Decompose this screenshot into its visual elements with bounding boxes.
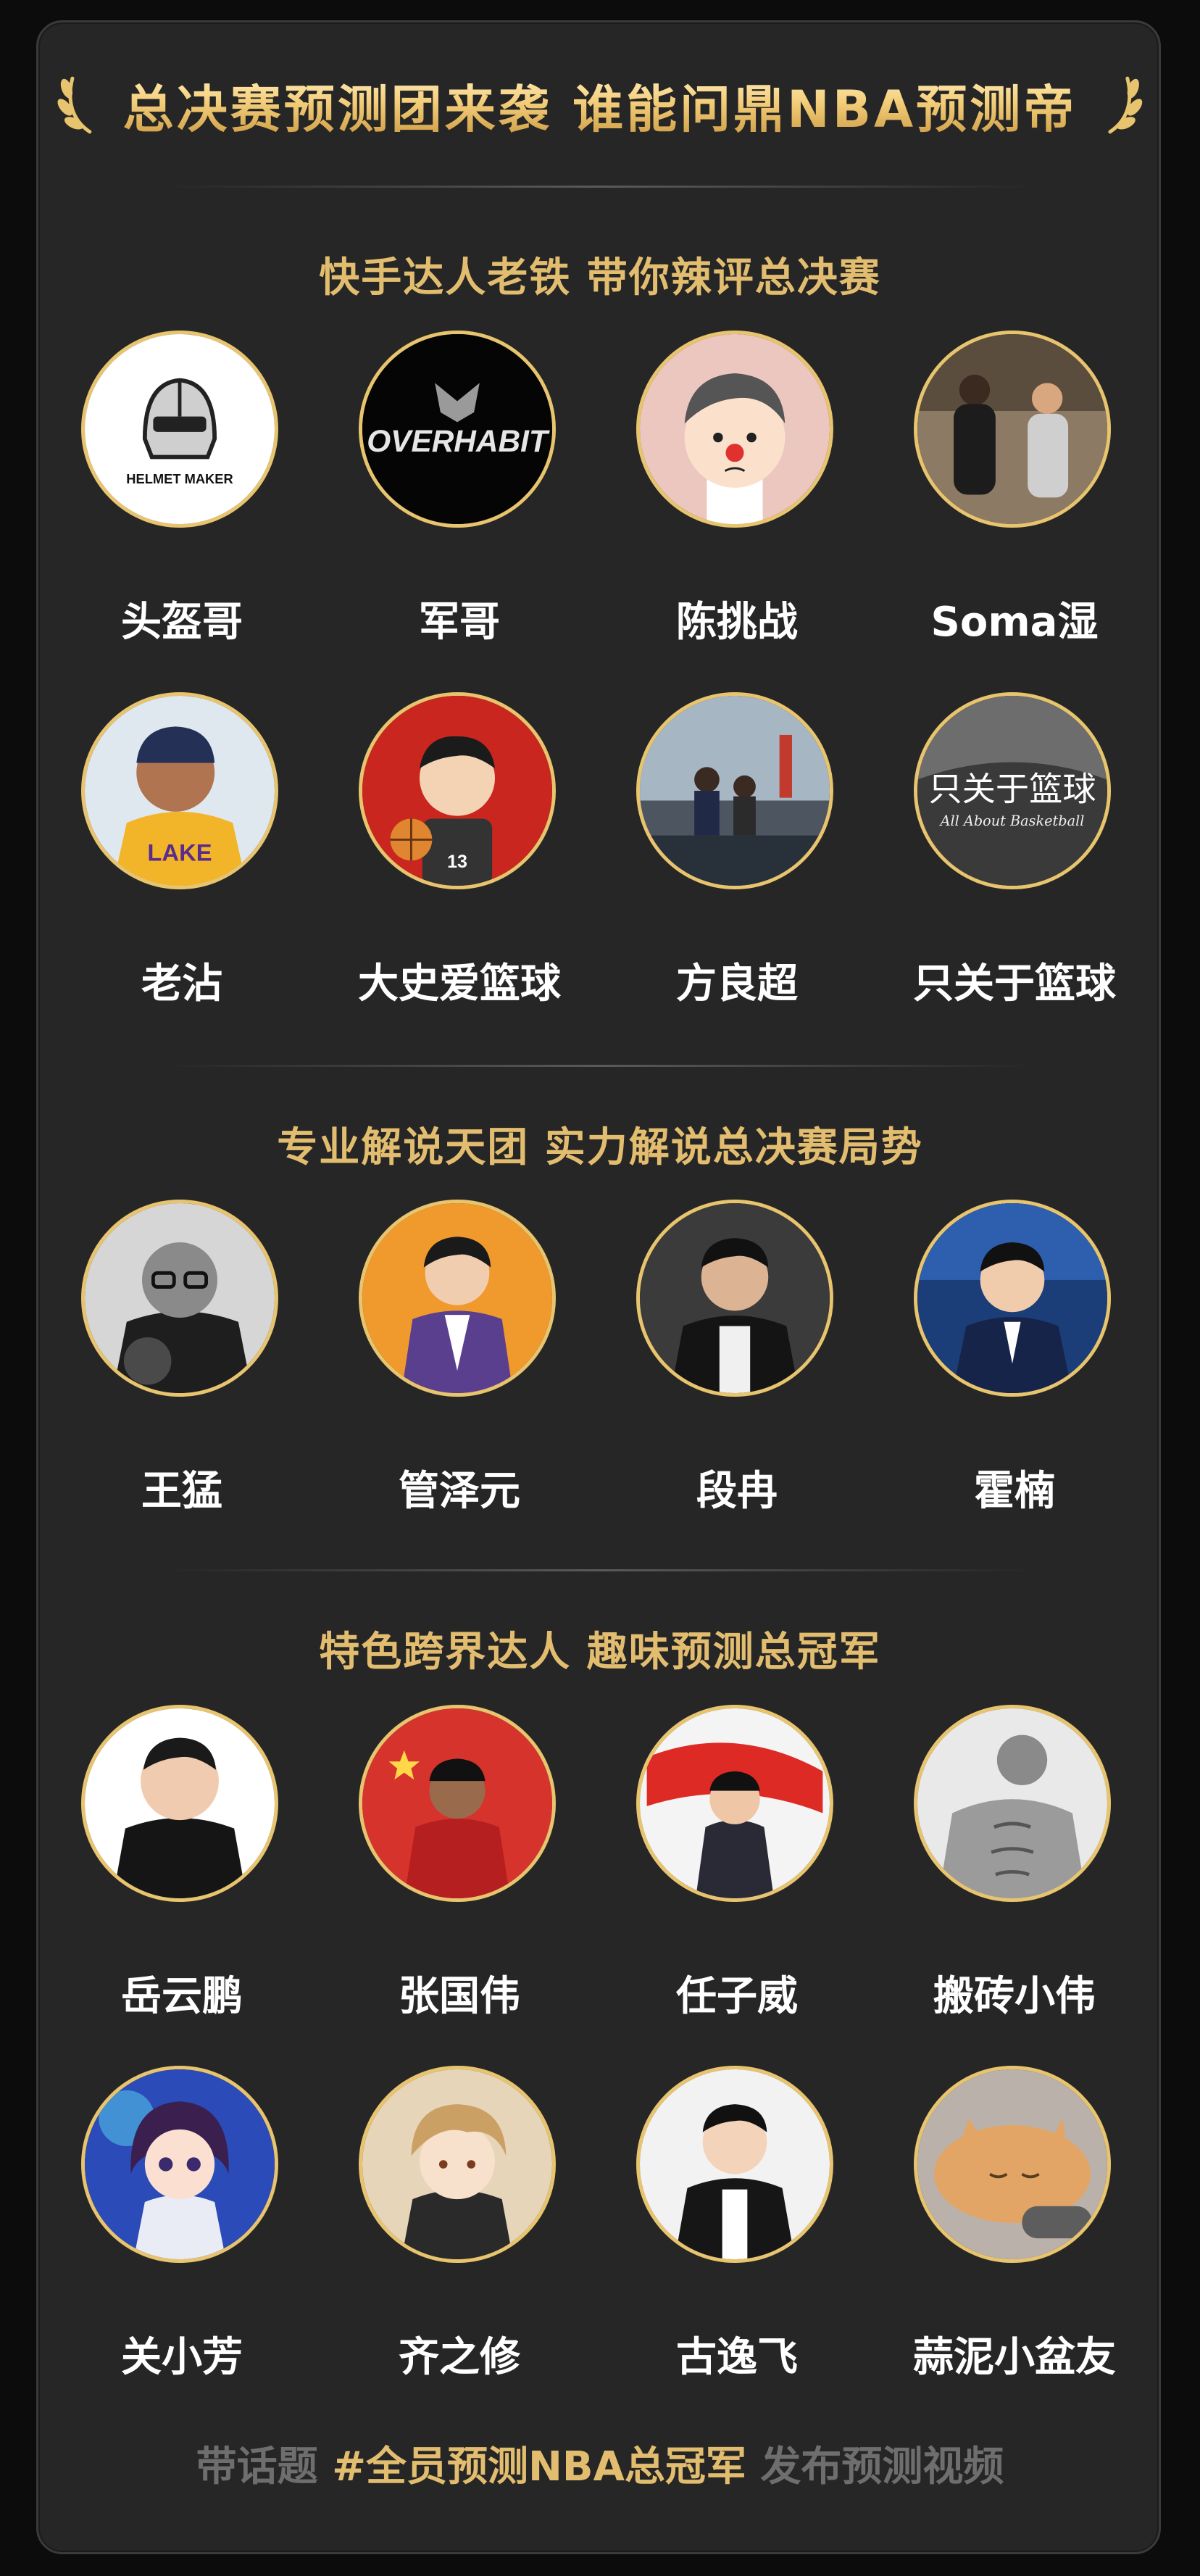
divider [167, 1065, 1033, 1067]
creator-name: 张国伟 [399, 1973, 520, 2020]
svg-text:All About Basketball: All About Basketball [939, 813, 1085, 829]
svg-text:LAKE: LAKE [147, 839, 212, 865]
avatar[interactable] [914, 1200, 1111, 1397]
creator-name: 只关于篮球 [913, 960, 1116, 1007]
avatar[interactable] [81, 2066, 278, 2263]
avatar[interactable] [914, 331, 1111, 528]
svg-text:只关于篮球: 只关于篮球 [928, 769, 1096, 808]
creator-name: 段冉 [696, 1468, 778, 1515]
avatar[interactable]: 只关于篮球 All About Basketball [914, 692, 1111, 889]
avatar[interactable] [359, 2066, 556, 2263]
avatar[interactable] [81, 1200, 278, 1397]
creator-name: 古逸飞 [676, 2334, 798, 2381]
avatar[interactable] [81, 1705, 278, 1902]
page-title: 总决赛预测团来袭 谁能问鼎NBA预测帝 [123, 69, 1077, 142]
avatar[interactable] [359, 1200, 556, 1397]
avatar[interactable]: HELMET MAKER [81, 331, 278, 528]
creator-name: 老沾 [141, 960, 222, 1007]
creator-name: 任子威 [676, 1973, 798, 2020]
creator-name: 管泽元 [399, 1468, 520, 1515]
avatar[interactable]: LAKE [81, 692, 278, 889]
creator-name: 大史爱篮球 [358, 960, 561, 1007]
section-title: 特色跨界达人 趣味预测总冠军 [319, 1629, 881, 1676]
footer-suffix: 发布预测视频 [760, 2443, 1004, 2490]
creator-name: 霍楠 [974, 1468, 1055, 1515]
topic-hashtag-link[interactable]: #全员预测NBA总冠军 [332, 2443, 746, 2490]
footer-prefix: 带话题 [196, 2443, 318, 2490]
laurel-right-icon [1108, 76, 1143, 134]
avatar[interactable] [636, 331, 833, 528]
svg-text:OVERHABIT: OVERHABIT [367, 424, 550, 458]
svg-text:13: 13 [447, 852, 467, 872]
creator-name: 王猛 [141, 1468, 222, 1515]
divider [167, 186, 1033, 188]
creator-name: Soma湿 [930, 599, 1099, 646]
creator-name: 头盔哥 [121, 599, 243, 646]
svg-text:HELMET MAKER: HELMET MAKER [126, 471, 233, 486]
creator-name: 陈挑战 [676, 599, 798, 646]
creator-name: 方良超 [676, 960, 798, 1007]
avatar[interactable] [636, 2066, 833, 2263]
avatar[interactable] [636, 1200, 833, 1397]
creator-name: 岳云鹏 [121, 1973, 243, 2020]
footer-topic-prompt: 带话题 #全员预测NBA总冠军 发布预测视频 [36, 2434, 1164, 2493]
avatar[interactable] [914, 1705, 1111, 1902]
creator-name: 军哥 [419, 599, 500, 646]
creator-name: 关小芳 [121, 2334, 243, 2381]
avatar[interactable] [636, 692, 833, 889]
laurel-left-icon [57, 76, 92, 134]
creator-name: 搬砖小伟 [933, 1973, 1096, 2020]
creator-name: 蒜泥小盆友 [913, 2334, 1116, 2381]
header: 总决赛预测团来袭 谁能问鼎NBA预测帝 [36, 69, 1164, 141]
divider [167, 1569, 1033, 1571]
avatar[interactable]: OVERHABIT [359, 331, 556, 528]
section-title: 快手达人老铁 带你辣评总决赛 [319, 254, 881, 302]
avatar[interactable] [636, 1705, 833, 1902]
creator-name: 齐之修 [399, 2334, 520, 2381]
avatar[interactable] [359, 1705, 556, 1902]
avatar[interactable]: 13 [359, 692, 556, 889]
section-title: 专业解说天团 实力解说总决赛局势 [277, 1124, 923, 1171]
avatar[interactable] [914, 2066, 1111, 2263]
